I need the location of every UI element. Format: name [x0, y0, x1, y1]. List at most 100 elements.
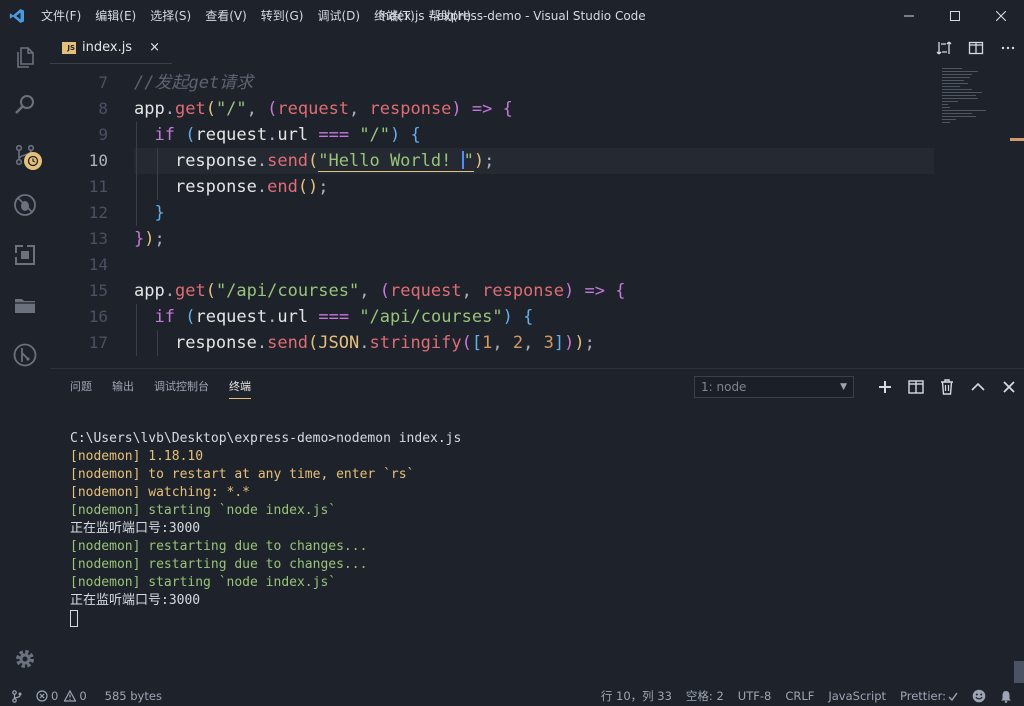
files-icon [17, 47, 34, 68]
panel-actions [869, 371, 1024, 403]
minimap[interactable] [934, 64, 994, 368]
terminal-output[interactable]: C:\Users\lvb\Desktop\express-demo>nodemo… [70, 430, 1004, 628]
close-icon [1002, 381, 1015, 393]
folder-button[interactable] [0, 280, 50, 330]
tab-debug-console[interactable]: 调试控制台 [144, 369, 219, 405]
line-number-gutter: 7 8 9 10 11 12 13 14 15 16 17 [50, 70, 108, 356]
line-number: 17 [88, 333, 108, 352]
tab-output[interactable]: 输出 [102, 369, 144, 405]
tab-index-js[interactable]: JS index.js × [50, 32, 172, 64]
encoding[interactable]: UTF-8 [731, 686, 779, 706]
error-count: 0 [51, 689, 59, 703]
new-terminal-button[interactable] [869, 371, 900, 403]
menu-debug[interactable]: 调试(D) [310, 0, 367, 32]
terminal-line: 正在监听端口号:3000 [70, 593, 201, 608]
search-button[interactable] [0, 80, 50, 130]
code-line: //发起get请求 [134, 73, 254, 93]
bottom-panel: 问题 输出 调试控制台 终端 1: node ▼ C:\Users\lvb\De… [50, 368, 1024, 686]
warning-count: 0 [79, 689, 87, 703]
bell-icon [1001, 690, 1011, 703]
close-window-button[interactable] [978, 0, 1024, 32]
terminal-scrollbar[interactable] [1014, 661, 1024, 683]
tab-terminal[interactable]: 终端 [219, 369, 261, 405]
debug-button[interactable] [0, 180, 50, 230]
indentation[interactable]: 空格: 2 [679, 686, 731, 706]
menu-bar: 文件(F) 编辑(E) 选择(S) 查看(V) 转到(G) 调试(D) 终端(T… [34, 0, 478, 32]
window-controls [886, 0, 1024, 32]
code-line: } [134, 200, 934, 226]
menu-file[interactable]: 文件(F) [34, 0, 88, 32]
terminal-select[interactable]: 1: node ▼ [694, 376, 854, 398]
tab-label: index.js [82, 40, 133, 55]
tab-close-button[interactable]: × [149, 40, 160, 55]
menu-help[interactable]: 帮助(H) [422, 0, 478, 32]
prettier-status[interactable]: Prettier: [893, 686, 965, 706]
code-line: if (request.url === "/api/courses") { [134, 304, 934, 330]
terminal-line: [nodemon] starting `node index.js` [70, 575, 337, 590]
search-icon [15, 95, 34, 114]
file-size: 585 bytes [104, 689, 162, 703]
source-control-button[interactable] [0, 130, 50, 180]
code-line: app.get("/api/courses", (request, respon… [134, 281, 626, 301]
terminal-line: [nodemon] starting `node index.js` [70, 503, 337, 518]
terminal-line: 正在监听端口号:3000 [70, 521, 201, 536]
more-icon [1001, 46, 1015, 50]
status-bar: 0 0 585 bytes 行 10，列 33 空格: 2 UTF-8 CRLF… [0, 686, 1024, 706]
split-terminal-button[interactable] [900, 371, 931, 403]
menu-go[interactable]: 转到(G) [254, 0, 311, 32]
open-changes-button[interactable] [928, 32, 960, 64]
minimize-icon [904, 15, 914, 17]
split-editor-button[interactable] [960, 32, 992, 64]
menu-selection[interactable]: 选择(S) [143, 0, 198, 32]
minimize-button[interactable] [886, 0, 932, 32]
line-number: 8 [98, 99, 108, 118]
code-editor[interactable]: 7 8 9 10 11 12 13 14 15 16 17 //发起get请求 … [50, 64, 1024, 368]
editor-tab-bar: JS index.js × [50, 32, 1024, 64]
code-line: response.end(); [134, 174, 934, 200]
tab-problems[interactable]: 问题 [60, 369, 102, 405]
line-number: 9 [98, 125, 108, 144]
smiley-icon [972, 689, 986, 703]
extensions-icon [15, 245, 35, 265]
code-lines[interactable]: //发起get请求 app.get("/", (request, respons… [134, 70, 934, 356]
language-mode[interactable]: JavaScript [821, 686, 893, 706]
maximize-button[interactable] [932, 0, 978, 32]
plus-icon [878, 381, 891, 393]
problems-indicator[interactable]: 0 0 [29, 686, 94, 706]
git-branch-button[interactable] [0, 686, 29, 706]
maximize-panel-button[interactable] [962, 371, 993, 403]
end-of-line[interactable]: CRLF [778, 686, 821, 706]
editor-actions [928, 32, 1024, 64]
maximize-icon [950, 11, 960, 21]
check-icon [948, 692, 958, 701]
terminal-line: C:\Users\lvb\Desktop\express-demo>nodemo… [70, 431, 462, 446]
overview-ruler-marker [1010, 138, 1024, 141]
cursor-position[interactable]: 行 10，列 33 [594, 686, 679, 706]
extensions-button[interactable] [0, 230, 50, 280]
settings-button[interactable] [0, 634, 50, 684]
feedback-button[interactable] [965, 686, 993, 706]
trash-icon [940, 379, 953, 395]
chevron-up-icon [970, 382, 985, 391]
terminal-prompt[interactable] [70, 610, 1004, 628]
code-line: app.get("/", (request, response) => { [134, 99, 513, 119]
code-line-current: response.send("Hello World! "); [134, 148, 934, 174]
title-bar: 文件(F) 编辑(E) 选择(S) 查看(V) 转到(G) 调试(D) 终端(T… [0, 0, 1024, 32]
code-line: if (request.url === "/") { [134, 122, 934, 148]
menu-terminal[interactable]: 终端(T) [367, 0, 422, 32]
compare-icon [936, 41, 952, 55]
menu-edit[interactable]: 编辑(E) [88, 0, 143, 32]
code-line: }); [134, 229, 165, 249]
explorer-button[interactable] [0, 32, 50, 82]
close-panel-button[interactable] [993, 371, 1024, 403]
notifications-button[interactable] [993, 686, 1024, 706]
menu-view[interactable]: 查看(V) [198, 0, 254, 32]
more-actions-button[interactable] [992, 32, 1024, 64]
line-number: 7 [98, 73, 108, 92]
kill-terminal-button[interactable] [931, 371, 962, 403]
git-graph-icon [13, 343, 37, 367]
line-number: 11 [88, 177, 108, 196]
terminal-cursor [70, 610, 78, 627]
remote-button[interactable] [0, 330, 50, 380]
terminal-line: [nodemon] 1.18.10 [70, 449, 204, 464]
